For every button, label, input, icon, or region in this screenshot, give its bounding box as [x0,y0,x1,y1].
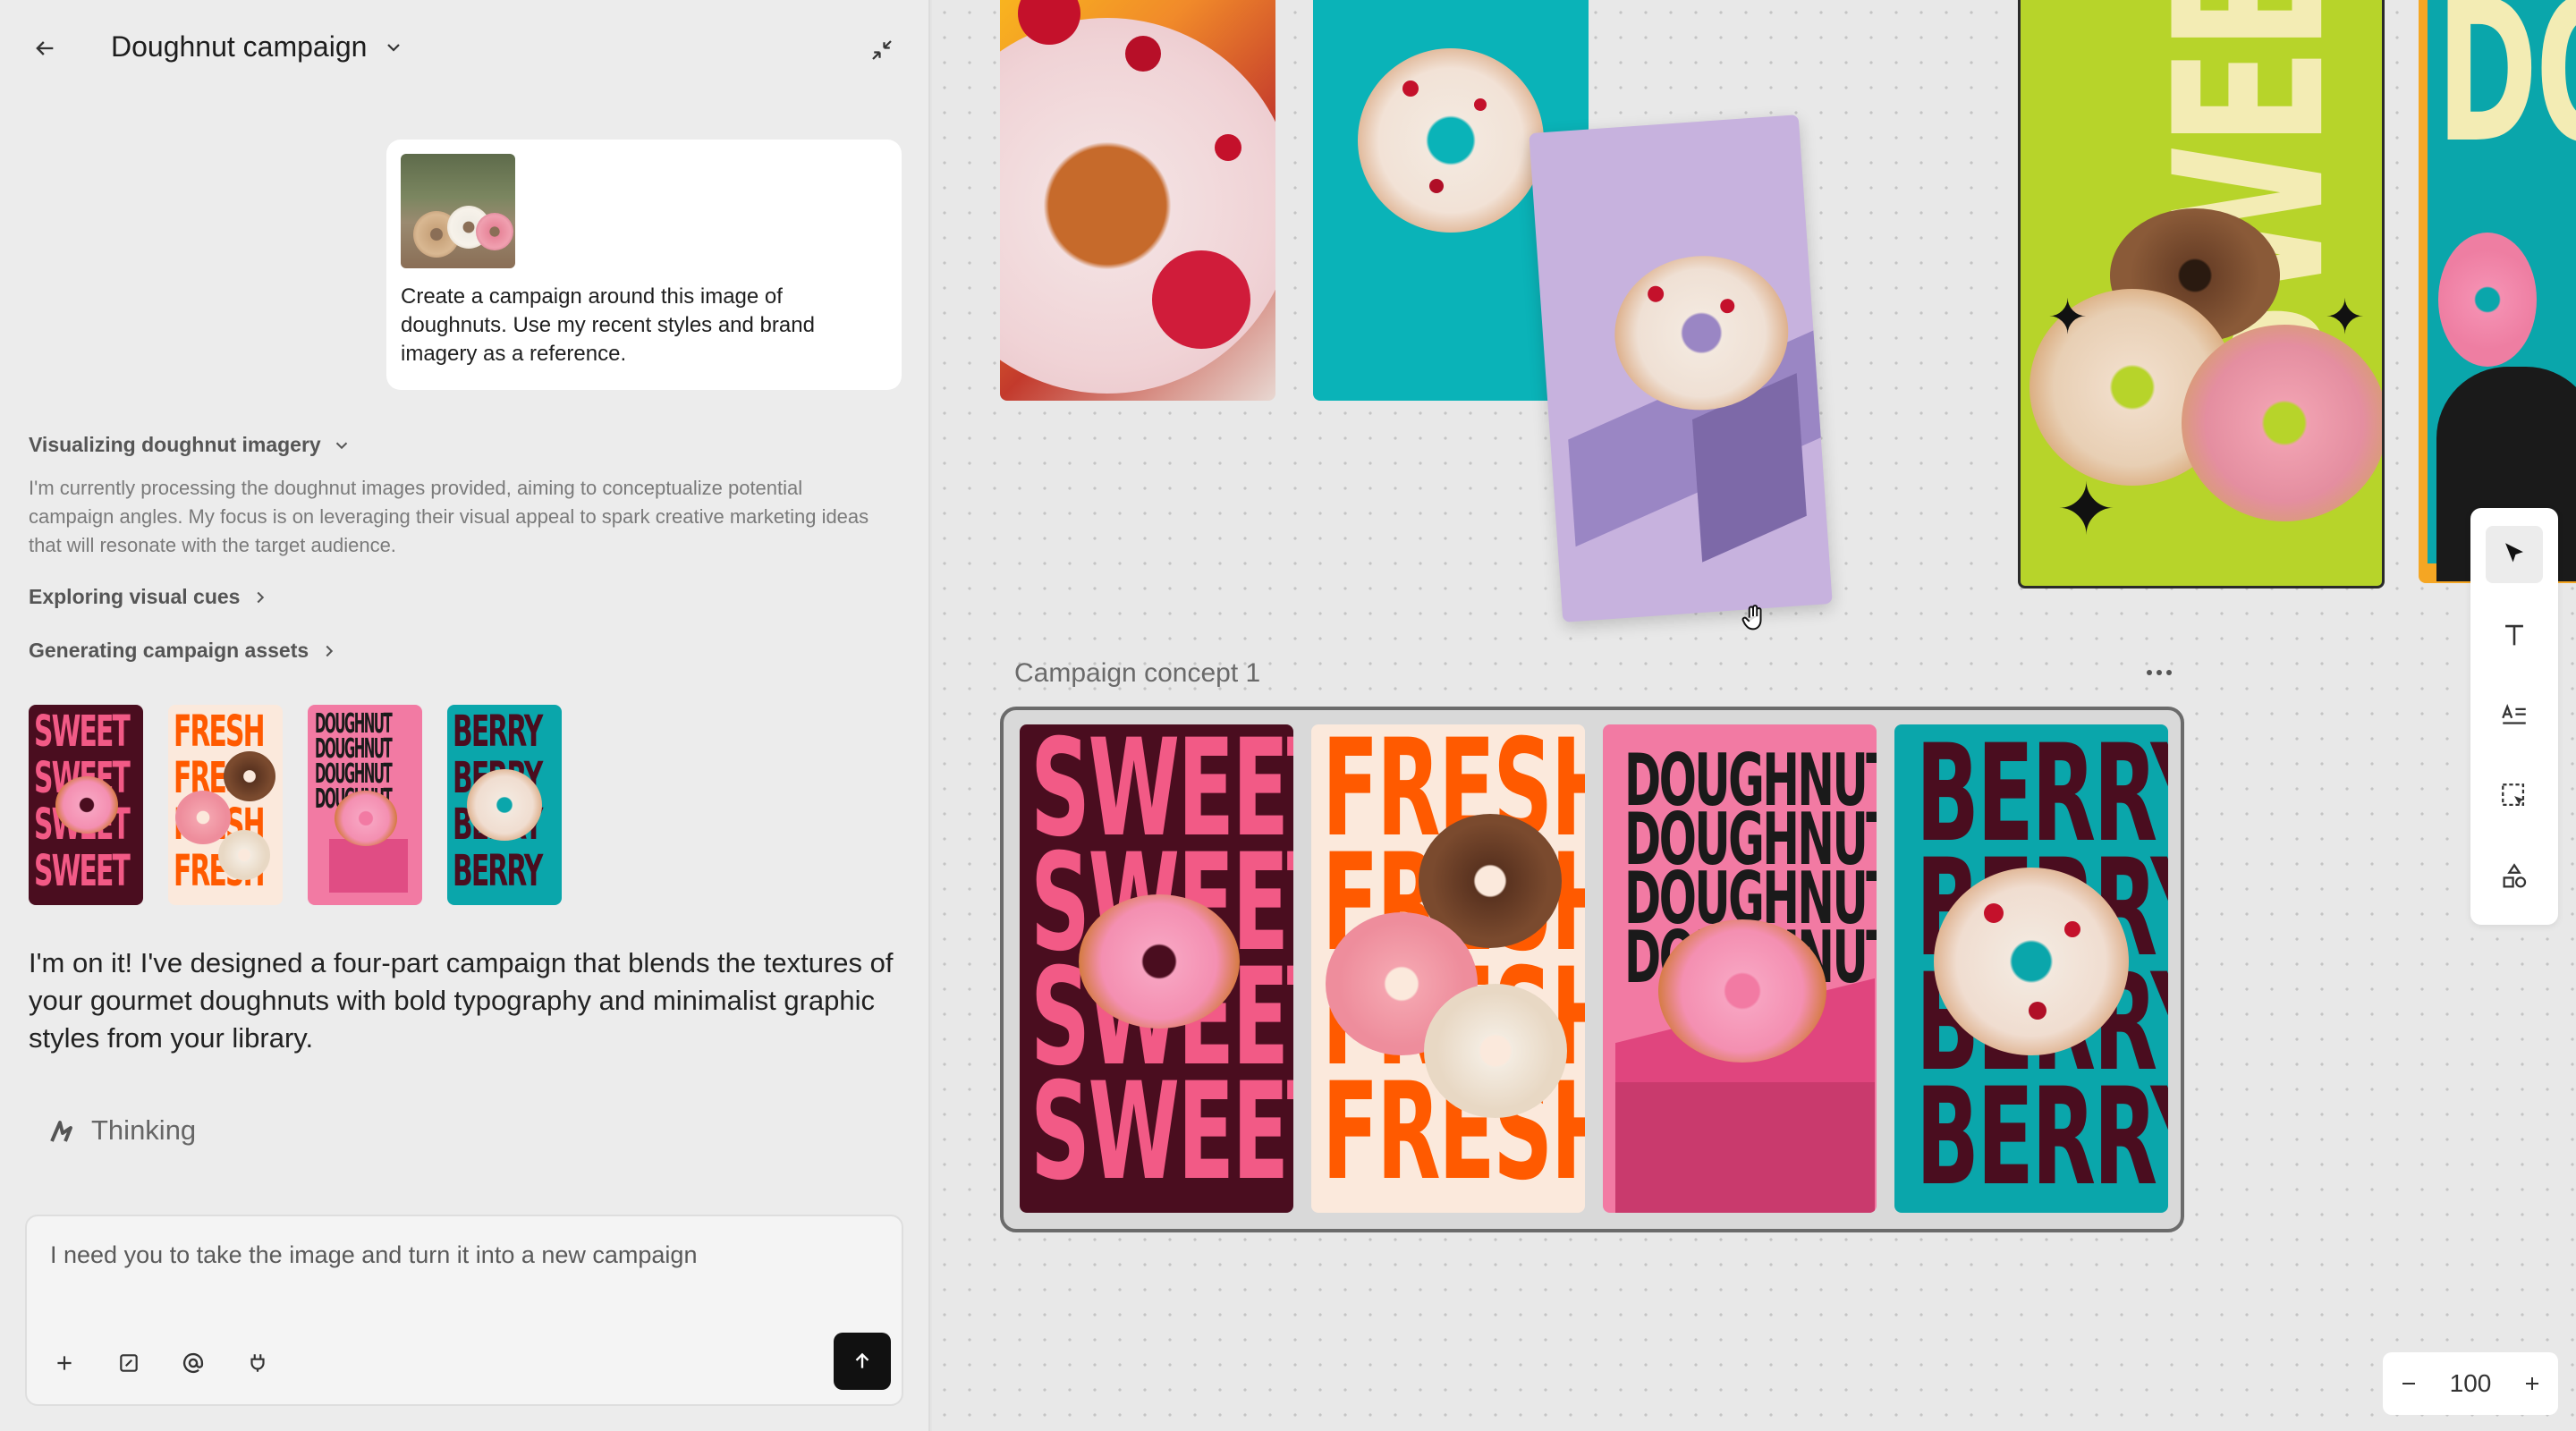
poster-fresh[interactable]: FRESH FRESH FRESH FRESH [1311,724,1585,1213]
star-icon: ✦ [2325,291,2366,344]
zoom-level[interactable]: 100 [2450,1369,2492,1398]
edit-icon[interactable] [111,1345,147,1381]
asset-thumbnail-sweet[interactable]: SWEET SWEET SWEET SWEET [29,705,143,905]
pointer-icon [2505,543,2523,563]
chevron-right-icon [319,641,339,661]
shapes-icon [2503,863,2527,888]
image-lavender-doughnut[interactable] [1529,114,1833,622]
poster-doughnut[interactable]: DOUGHNUT DOUGHNUT DOUGHNUT DOUGHNUT [1603,724,1877,1213]
step-generating[interactable]: Generating campaign assets [29,639,339,663]
user-message: Create a campaign around this image of d… [386,140,902,390]
assistant-reply: I'm on it! I've designed a four-part cam… [29,947,894,1054]
arrow-up-icon [855,1352,869,1368]
canvas-toolbar [2470,508,2558,925]
chevron-down-icon [383,37,404,58]
hand-cursor-icon [1735,601,1771,637]
text-icon [2505,624,2523,646]
select-tool[interactable] [2486,526,2543,583]
asset-thumbnail-doughnut[interactable]: DOUGHNUT DOUGHNUT DOUGHNUT DOUGHNUT [308,705,422,905]
chevron-right-icon [250,588,270,607]
asset-thumbnail-berry[interactable]: BERRY BERRY BERRY BERRY [447,705,562,905]
thinking-status: Thinking [47,1114,196,1147]
mention-icon[interactable] [175,1345,211,1381]
poster-sweet-yellow[interactable]: SWEET ✦ ✦ ✦ [2018,0,2385,588]
text-tool[interactable] [2486,606,2543,664]
back-arrow-icon[interactable] [27,30,63,66]
zoom-out-button[interactable] [2398,1373,2419,1394]
thumbnail-word: SWEET [34,707,131,757]
step-description: I'm currently processing the doughnut im… [29,477,869,556]
poster-partial[interactable]: DO [2419,0,2576,583]
area-select-tool[interactable] [2486,767,2543,825]
collapse-icon[interactable] [864,32,900,68]
poster-berry[interactable]: BERRY BERRY BERRY BERRY [1894,724,2168,1213]
more-options-icon[interactable] [2140,658,2179,687]
star-icon: ✦ [2047,291,2089,344]
chevron-down-icon [332,436,352,455]
plug-icon[interactable] [240,1345,275,1381]
chat-sidebar: Doughnut campaign Create a campaign arou… [0,0,930,1431]
frame-title[interactable]: Campaign concept 1 [1014,658,1260,689]
step-label: Exploring visual cues [29,585,241,608]
thumbnail-word: BERRY [453,707,543,757]
attached-doughnut-image[interactable] [401,154,515,268]
design-canvas[interactable]: SWEET ✦ ✦ ✦ DO Campaign concept 1 SWEET … [932,0,2576,1431]
star-icon: ✦ [2056,470,2117,549]
area-select-icon [2502,783,2525,807]
sparkle-icon [47,1114,79,1147]
prompt-composer[interactable]: I need you to take the image and turn it… [25,1215,903,1406]
text-block-tool[interactable] [2486,687,2543,744]
asset-thumbnail-fresh[interactable]: FRESH FRESH FRESH FRESH [168,705,283,905]
poster-sweet[interactable]: SWEET SWEET SWEET SWEET [1020,724,1293,1213]
step-label: Generating campaign assets [29,639,309,662]
thinking-label: Thinking [91,1114,197,1146]
step-label: Visualizing doughnut imagery [29,433,321,456]
send-button[interactable] [834,1333,891,1390]
shapes-tool[interactable] [2486,848,2543,905]
step-exploring[interactable]: Exploring visual cues [29,585,270,609]
text-block-icon [2502,703,2526,724]
project-title-menu[interactable]: Doughnut campaign [111,30,404,64]
zoom-control: 100 [2383,1352,2558,1415]
project-title: Doughnut campaign [111,30,368,63]
step-visualizing[interactable]: Visualizing doughnut imagery [29,433,352,457]
zoom-in-button[interactable] [2521,1373,2543,1394]
image-raspberry-closeup[interactable] [1000,0,1275,401]
thumbnail-word: FRESH [174,707,265,757]
user-message-text: Create a campaign around this image of d… [401,284,815,366]
add-icon[interactable] [47,1345,82,1381]
prompt-input[interactable]: I need you to take the image and turn it… [50,1241,697,1269]
